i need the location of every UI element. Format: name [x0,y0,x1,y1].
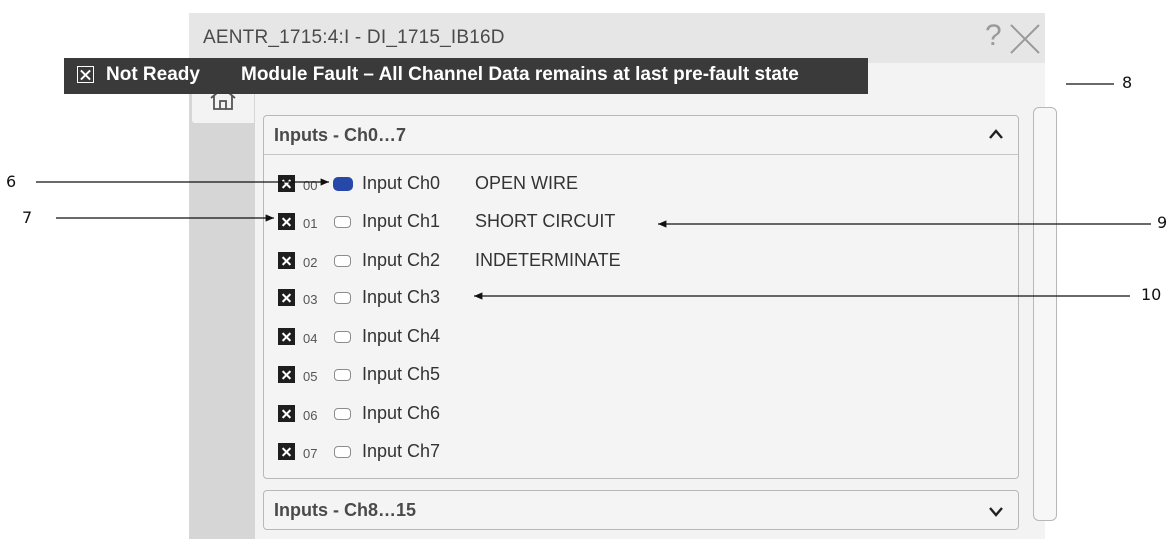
callout-9: 9 [1157,213,1168,232]
callout-6: 6 [6,172,17,191]
callout-lines [36,83,1151,300]
callout-7: 7 [22,208,33,227]
callout-10: 10 [1141,285,1162,304]
callout-8: 8 [1122,73,1133,92]
